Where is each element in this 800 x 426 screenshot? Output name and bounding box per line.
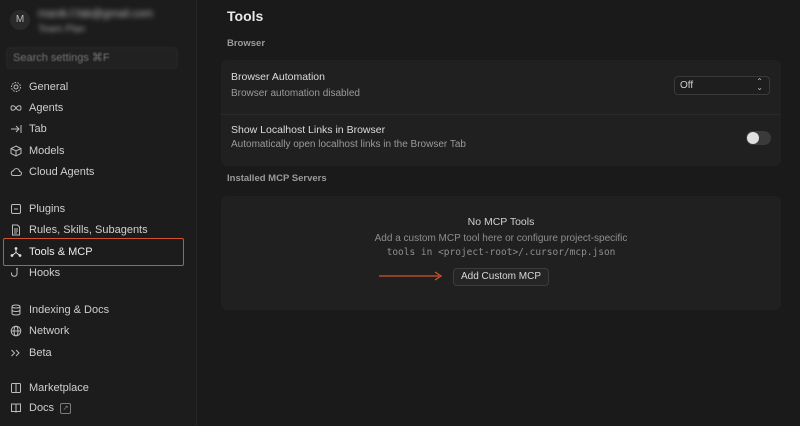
cloud-icon (10, 168, 22, 176)
sidebar-item-beta[interactable]: Beta (10, 344, 180, 362)
sidebar-item-label: Indexing & Docs (29, 304, 110, 316)
mcp-empty-title: No MCP Tools (467, 216, 535, 228)
sidebar-item-agents[interactable]: Agents (10, 99, 180, 117)
section-label-browser: Browser (227, 38, 266, 49)
sidebar-item-label: Beta (29, 347, 52, 359)
sidebar-item-models[interactable]: Models (10, 142, 180, 160)
browser-automation-subtitle: Browser automation disabled (231, 88, 360, 99)
sidebar-item-hooks[interactable]: Hooks (10, 264, 180, 282)
sidebar-item-label: Agents (29, 102, 64, 114)
chevron-updown-icon: ⌃ ⌄ (756, 77, 763, 92)
hook-icon (11, 267, 18, 277)
account-plan: Team Plan (38, 24, 86, 35)
marketplace-icon (11, 383, 21, 393)
sidebar-item-label: Tab (29, 123, 47, 135)
sidebar-item-marketplace[interactable]: Marketplace (10, 379, 180, 397)
active-item-highlight (3, 238, 184, 266)
sidebar-item-network[interactable]: Network (10, 322, 180, 340)
add-custom-mcp-button[interactable]: Add Custom MCP (453, 268, 549, 286)
tab-arrow-icon (11, 125, 22, 133)
globe-icon (10, 325, 22, 337)
sidebar-item-label: Models (29, 145, 65, 157)
sidebar-item-label: Cloud Agents (29, 166, 95, 178)
sidebar-item-label: Rules, Skills, Subagents (29, 224, 148, 236)
toggle-knob (747, 132, 759, 144)
mcp-empty-description: Add a custom MCP tool here or configure … (221, 232, 781, 260)
divider (221, 114, 781, 115)
browser-automation-title: Browser Automation (231, 71, 325, 83)
sidebar-item-label: Hooks (29, 267, 61, 279)
mcp-desc-line-2: tools in <project-root>/.cursor/mcp.json (386, 247, 616, 258)
chevrons-icon (11, 349, 20, 357)
sidebar-item-plugins[interactable]: Plugins (10, 200, 180, 218)
mcp-desc-line-1: Add a custom MCP tool here or configure … (374, 233, 628, 244)
avatar: M (10, 10, 30, 30)
sidebar-item-label: Plugins (29, 203, 66, 215)
browser-settings-card: Browser Automation Browser automation di… (221, 60, 781, 166)
account-email: manik.f.fab@gmail.com (38, 8, 154, 20)
sidebar-item-label: General (29, 81, 69, 93)
infinity-icon (10, 105, 22, 111)
database-icon (11, 304, 21, 316)
mcp-servers-card: No MCP Tools Add a custom MCP tool here … (221, 196, 781, 310)
sidebar: M manik.f.fab@gmail.com Team Plan Genera… (0, 0, 197, 426)
sidebar-item-indexing-docs[interactable]: Indexing & Docs (10, 301, 180, 319)
localhost-links-subtitle: Automatically open localhost links in th… (231, 139, 466, 150)
book-icon (11, 403, 21, 413)
section-label-mcp: Installed MCP Servers (227, 173, 327, 184)
page-title: Tools (227, 8, 264, 24)
sidebar-item-tab[interactable]: Tab (10, 120, 180, 138)
cube-icon (10, 145, 22, 157)
browser-automation-select[interactable]: Off ⌃ ⌄ (674, 76, 770, 95)
select-value: Off (680, 80, 694, 91)
external-link-icon: ↗ (60, 402, 72, 414)
sidebar-item-cloud-agents[interactable]: Cloud Agents (10, 163, 180, 181)
sidebar-item-label: Docs (29, 402, 55, 414)
localhost-links-title: Show Localhost Links in Browser (231, 124, 386, 136)
plugin-icon (11, 204, 21, 214)
settings-search-input[interactable] (6, 47, 178, 69)
gear-icon (11, 82, 21, 92)
localhost-links-toggle[interactable] (746, 131, 771, 145)
sidebar-item-docs[interactable]: Docs ↗ (10, 399, 180, 417)
sidebar-item-general[interactable]: General (10, 78, 180, 96)
sidebar-item-label: Network (29, 325, 70, 337)
document-icon (12, 224, 20, 236)
arrow-annotation-icon (379, 271, 443, 281)
sidebar-item-label: Marketplace (29, 382, 89, 394)
sidebar-item-rules[interactable]: Rules, Skills, Subagents (10, 221, 180, 239)
account-switcher[interactable]: M manik.f.fab@gmail.com Team Plan (10, 6, 190, 40)
